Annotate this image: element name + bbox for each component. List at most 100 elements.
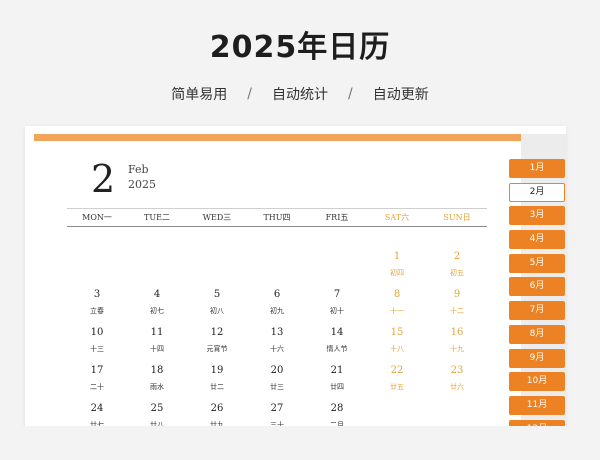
month-selector: 1月2月3月4月5月6月7月8月9月10月11月12月 [509,159,565,443]
lunar-date: 廿四 [330,383,344,391]
calendar-card: 2 Feb 2025 MON一 TUE二 WED三 THU四 FRI五 SAT六 SUN日 … [25,126,566,438]
month-button-10[interactable]: 10月 [509,372,565,392]
day-number: 13 [270,327,284,338]
day-cell[interactable]: 17 二十 [67,364,127,402]
lunar-date: 廿六 [450,383,464,391]
day-cell[interactable]: 20 廿三 [247,364,307,402]
lunar-date: 初八 [210,307,224,315]
day-number: 20 [270,365,284,376]
month-button-7[interactable]: 7月 [509,301,565,321]
lunar-date: 初五 [450,269,464,277]
day-cell[interactable]: 6 初九 [247,288,307,326]
day-cell[interactable]: 23 廿六 [427,364,487,402]
page-bottom [0,426,600,460]
day-number: 3 [93,289,101,300]
feature-auto-stats: 自动统计 [272,87,328,103]
feature-auto-update: 自动更新 [372,87,429,103]
day-number: 19 [210,365,224,376]
feature-easy-to-use: 简单易用 [171,87,228,103]
day-cell[interactable]: 4 初七 [127,288,187,326]
week-row: 1 初四 2 初五 [67,250,487,288]
day-cell[interactable]: 22 廿五 [367,364,427,402]
lunar-date: 廿五 [390,383,404,391]
month-year: 2025 [128,178,156,191]
day-number: 25 [150,403,164,414]
month-button-1[interactable]: 1月 [509,159,565,178]
day-number: 1 [393,251,401,262]
month-number: 2 [91,157,116,201]
empty-day-cell [187,250,247,288]
day-number: 27 [270,403,284,414]
empty-day-cell [247,250,307,288]
day-number: 18 [150,365,164,376]
day-number: 16 [450,327,464,338]
day-number: 17 [90,365,104,376]
lunar-date: 情人节 [326,345,348,353]
day-number: 7 [333,289,341,300]
day-cell[interactable]: 15 十八 [367,326,427,364]
day-cell[interactable]: 7 初十 [307,288,367,326]
page-title: 2025年日历 [209,30,391,65]
month-button-8[interactable]: 8月 [509,324,565,344]
month-button-4[interactable]: 4月 [509,230,565,250]
day-number: 11 [150,327,164,338]
day-cell[interactable]: 14 情人节 [307,326,367,364]
day-cell[interactable]: 10 十三 [67,326,127,364]
month-button-5[interactable]: 5月 [509,253,565,273]
month-button-9[interactable]: 9月 [509,348,565,368]
feature-list: 简单易用 / 自动统计 / 自动更新 [0,84,600,104]
lunar-date: 初七 [150,307,164,315]
month-button-6[interactable]: 6月 [509,277,565,297]
empty-day-cell [67,250,127,288]
day-cell[interactable]: 21 廿四 [307,364,367,402]
weekday-header: MON一 TUE二 WED三 THU四 FRI五 SAT六 SUN日 [67,208,487,227]
lunar-date: 十六 [270,345,284,353]
month-button-3[interactable]: 3月 [509,206,565,226]
day-cell[interactable]: 11 十四 [127,326,187,364]
lunar-date: 二十 [90,383,104,391]
day-cell[interactable]: 1 初四 [367,250,427,288]
lunar-date: 十二 [450,307,464,315]
day-number: 8 [393,289,401,300]
lunar-date: 初四 [390,269,404,277]
accent-bar [34,134,521,141]
day-number: 28 [330,403,344,414]
day-cell[interactable]: 9 十二 [427,288,487,326]
feature-separator: / [348,86,353,102]
day-number: 14 [330,327,344,338]
empty-day-cell [307,250,367,288]
lunar-date: 廿三 [270,383,284,391]
day-cell[interactable]: 13 十六 [247,326,307,364]
weekday-label: FRI五 [325,213,349,222]
day-cell[interactable]: 12 元宵节 [187,326,247,364]
lunar-date: 十八 [390,345,404,353]
weekday-label: SUN日 [443,213,471,222]
day-cell[interactable]: 2 初五 [427,250,487,288]
lunar-date: 立春 [90,307,104,315]
weekday-label: SAT六 [384,213,410,222]
day-number: 9 [453,289,461,300]
day-number: 10 [90,327,104,338]
lunar-date: 雨水 [150,383,164,391]
day-cell[interactable]: 8 十一 [367,288,427,326]
day-number: 2 [453,251,461,262]
day-cell[interactable]: 19 廿二 [187,364,247,402]
day-cell[interactable]: 16 十九 [427,326,487,364]
calendar-grid: 1 初四 2 初五 3 立春 4 初七 5 初八 6 初九 7 初十 8 十一 9 十二 10 十三 11 十四 12 元宵节… [67,250,487,438]
day-cell[interactable]: 3 立春 [67,288,127,326]
lunar-date: 十三 [90,345,104,353]
day-number: 22 [390,365,404,376]
day-number: 6 [273,289,281,300]
month-button-11[interactable]: 11月 [509,395,565,415]
day-number: 21 [330,365,344,376]
day-number: 15 [390,327,404,338]
weekday-label: WED三 [202,213,232,222]
month-button-2[interactable]: 2月 [509,182,565,202]
day-number: 12 [210,327,224,338]
day-cell[interactable]: 18 雨水 [127,364,187,402]
weekday-label: TUE二 [144,213,170,222]
lunar-date: 十四 [150,345,164,353]
month-english: Feb [128,163,149,176]
day-cell[interactable]: 5 初八 [187,288,247,326]
week-row: 3 立春 4 初七 5 初八 6 初九 7 初十 8 十一 9 十二 [67,288,487,326]
